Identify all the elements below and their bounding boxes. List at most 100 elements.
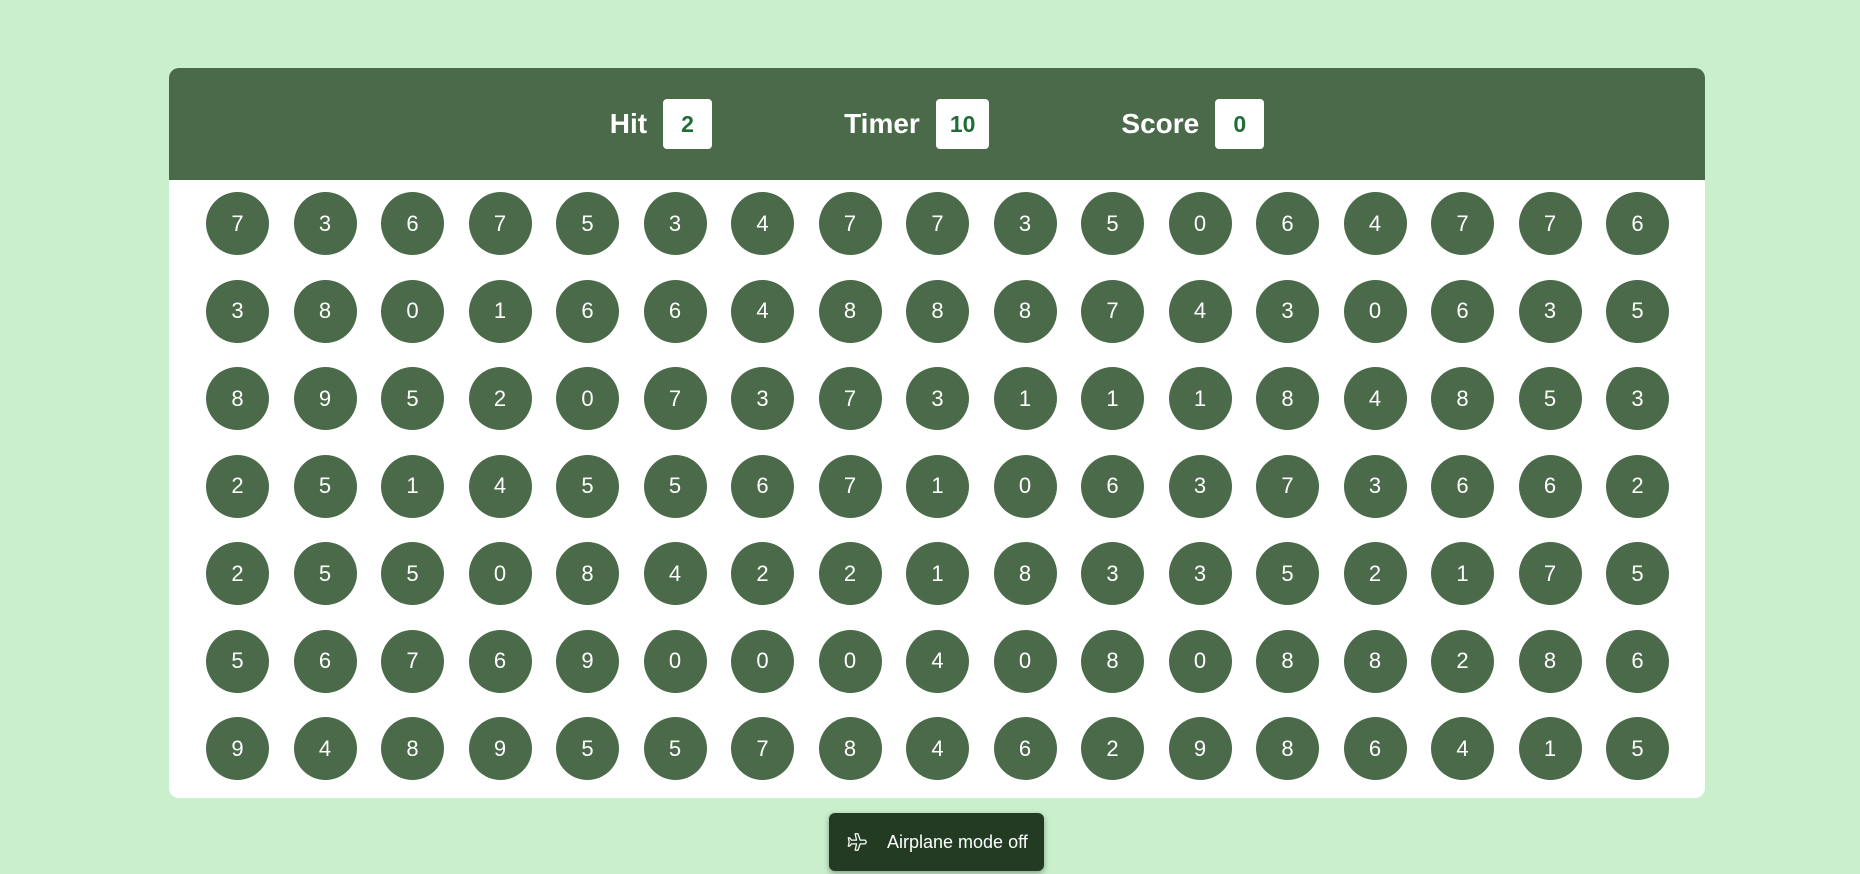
bubble[interactable]: 7 — [818, 367, 882, 430]
bubble[interactable]: 5 — [1606, 279, 1669, 343]
bubble[interactable]: 6 — [468, 629, 532, 693]
bubble[interactable]: 5 — [1606, 717, 1669, 780]
bubble[interactable]: 6 — [1256, 192, 1319, 255]
bubble[interactable]: 2 — [731, 542, 794, 605]
bubble[interactable]: 5 — [206, 629, 269, 693]
bubble[interactable]: 9 — [206, 717, 269, 780]
bubble[interactable]: 5 — [381, 367, 444, 430]
bubble[interactable]: 5 — [1606, 542, 1669, 605]
bubble[interactable]: 8 — [818, 279, 882, 343]
bubble[interactable]: 1 — [1431, 542, 1494, 605]
bubble[interactable]: 3 — [206, 279, 269, 343]
bubble[interactable]: 8 — [1343, 629, 1407, 693]
bubble[interactable]: 3 — [1343, 454, 1407, 518]
bubble[interactable]: 3 — [906, 367, 969, 430]
bubble[interactable]: 0 — [731, 629, 794, 693]
bubble[interactable]: 8 — [993, 279, 1057, 343]
bubble[interactable]: 4 — [468, 454, 532, 518]
bubble[interactable]: 2 — [468, 367, 532, 430]
bubble[interactable]: 2 — [206, 454, 269, 518]
bubble[interactable]: 3 — [643, 192, 707, 255]
bubble[interactable]: 0 — [556, 367, 619, 430]
bubble[interactable]: 8 — [1431, 367, 1494, 430]
bubble[interactable]: 8 — [293, 279, 357, 343]
bubble[interactable]: 8 — [1081, 629, 1144, 693]
bubble[interactable]: 3 — [1168, 454, 1232, 518]
bubble[interactable]: 6 — [556, 279, 619, 343]
bubble[interactable]: 4 — [906, 629, 969, 693]
bubble[interactable]: 0 — [1343, 279, 1407, 343]
bubble[interactable]: 1 — [381, 454, 444, 518]
bubble[interactable]: 5 — [643, 717, 707, 780]
bubble[interactable]: 6 — [1081, 454, 1144, 518]
bubble[interactable]: 9 — [293, 367, 357, 430]
bubble[interactable]: 6 — [1343, 717, 1407, 780]
bubble[interactable]: 5 — [556, 454, 619, 518]
bubble[interactable]: 1 — [993, 367, 1057, 430]
bubble[interactable]: 3 — [293, 192, 357, 255]
bubble[interactable]: 7 — [731, 717, 794, 780]
bubble[interactable]: 0 — [468, 542, 532, 605]
bubble[interactable]: 7 — [818, 454, 882, 518]
bubble[interactable]: 2 — [818, 542, 882, 605]
bubble[interactable]: 0 — [1168, 192, 1232, 255]
bubble[interactable]: 3 — [1606, 367, 1669, 430]
bubble[interactable]: 5 — [1518, 367, 1582, 430]
bubble[interactable]: 0 — [993, 629, 1057, 693]
bubble[interactable]: 6 — [1431, 454, 1494, 518]
bubble[interactable]: 2 — [1081, 717, 1144, 780]
bubble[interactable]: 0 — [818, 629, 882, 693]
bubble[interactable]: 0 — [381, 279, 444, 343]
bubble[interactable]: 0 — [993, 454, 1057, 518]
bubble[interactable]: 0 — [1168, 629, 1232, 693]
bubble[interactable]: 3 — [1518, 279, 1582, 343]
bubble[interactable]: 2 — [1606, 454, 1669, 518]
bubble[interactable]: 6 — [293, 629, 357, 693]
bubble[interactable]: 2 — [1343, 542, 1407, 605]
bubble[interactable]: 1 — [1081, 367, 1144, 430]
bubble[interactable]: 8 — [381, 717, 444, 780]
bubble[interactable]: 1 — [1518, 717, 1582, 780]
bubble[interactable]: 7 — [1518, 192, 1582, 255]
bubble[interactable]: 9 — [556, 629, 619, 693]
bubble[interactable]: 6 — [381, 192, 444, 255]
bubble[interactable]: 3 — [1256, 279, 1319, 343]
bubble[interactable]: 8 — [906, 279, 969, 343]
bubble[interactable]: 2 — [206, 542, 269, 605]
bubble[interactable]: 8 — [1256, 629, 1319, 693]
bubble[interactable]: 7 — [1431, 192, 1494, 255]
bubble[interactable]: 6 — [643, 279, 707, 343]
bubble[interactable]: 5 — [1256, 542, 1319, 605]
bubble[interactable]: 4 — [1343, 192, 1407, 255]
bubble[interactable]: 5 — [381, 542, 444, 605]
bubble[interactable]: 4 — [731, 192, 794, 255]
bubble[interactable]: 7 — [381, 629, 444, 693]
bubble[interactable]: 6 — [1606, 192, 1669, 255]
bubble[interactable]: 6 — [993, 717, 1057, 780]
bubble[interactable]: 8 — [206, 367, 269, 430]
bubble[interactable]: 4 — [1343, 367, 1407, 430]
bubble[interactable]: 1 — [906, 542, 969, 605]
bubble[interactable]: 4 — [731, 279, 794, 343]
bubble[interactable]: 6 — [1606, 629, 1669, 693]
bubble[interactable]: 7 — [643, 367, 707, 430]
bubble[interactable]: 4 — [643, 542, 707, 605]
bubble[interactable]: 4 — [1431, 717, 1494, 780]
bubble[interactable]: 6 — [1518, 454, 1582, 518]
bubble[interactable]: 8 — [818, 717, 882, 780]
bubble[interactable]: 4 — [293, 717, 357, 780]
bubble[interactable]: 6 — [731, 454, 794, 518]
bubble[interactable]: 5 — [293, 454, 357, 518]
bubble[interactable]: 9 — [1168, 717, 1232, 780]
bubble[interactable]: 7 — [206, 192, 269, 255]
bubble[interactable]: 8 — [1256, 717, 1319, 780]
bubble[interactable]: 3 — [731, 367, 794, 430]
bubble[interactable]: 8 — [993, 542, 1057, 605]
bubble[interactable]: 8 — [1256, 367, 1319, 430]
bubble[interactable]: 5 — [556, 192, 619, 255]
bubble[interactable]: 7 — [818, 192, 882, 255]
bubble[interactable]: 6 — [1431, 279, 1494, 343]
bubble[interactable]: 4 — [906, 717, 969, 780]
bubble[interactable]: 3 — [1168, 542, 1232, 605]
bubble[interactable]: 4 — [1168, 279, 1232, 343]
